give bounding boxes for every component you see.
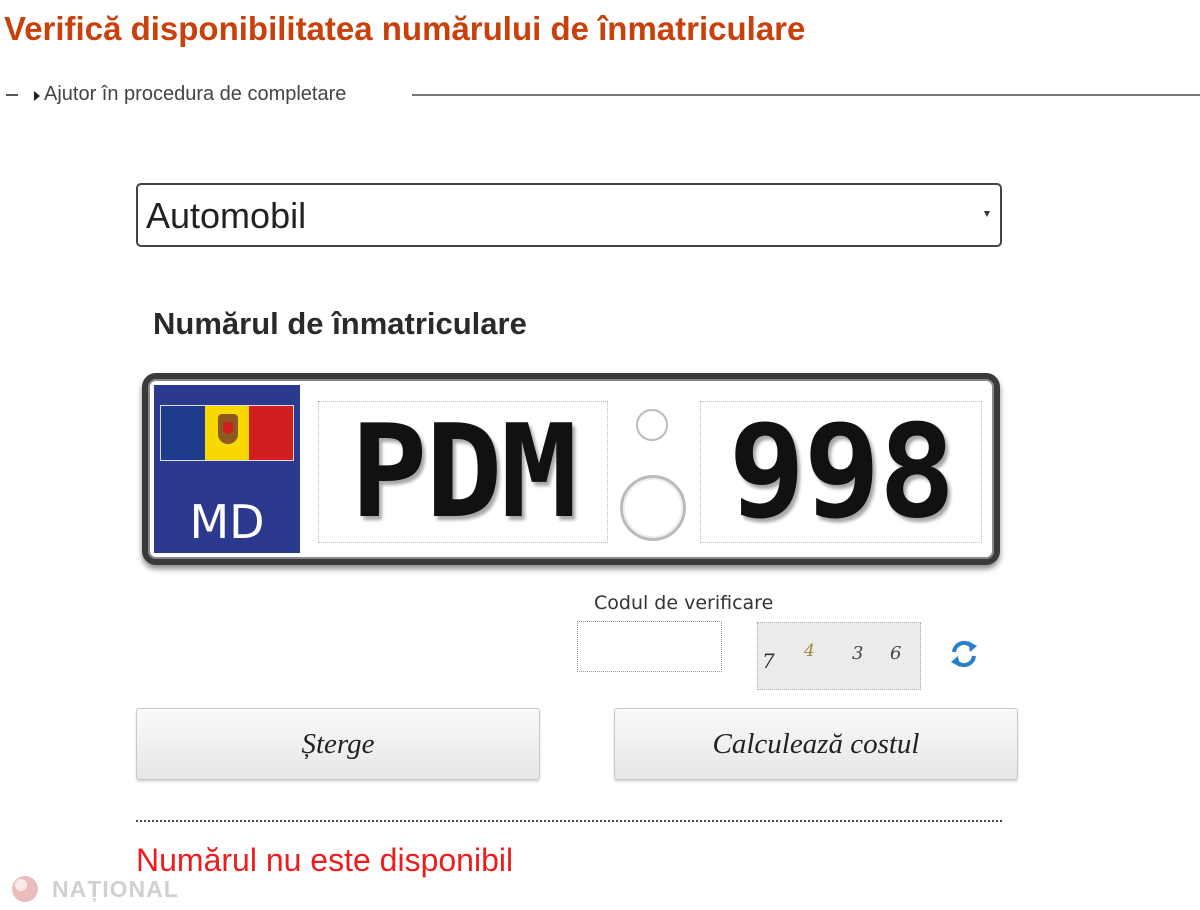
divider [136, 820, 1002, 822]
plate-heading: Numărul de înmatriculare [153, 306, 527, 341]
collapse-dash-icon[interactable] [6, 94, 18, 96]
captcha-digit: 3 [852, 643, 864, 664]
national-logo-icon [12, 876, 38, 902]
plate-letters-input[interactable]: PDM [318, 398, 608, 547]
clear-button[interactable]: Șterge [136, 708, 540, 780]
captcha-image: 7 4 3 6 [757, 622, 921, 690]
license-plate: MD PDM 998 [142, 373, 1000, 565]
captcha-digit: 4 [804, 641, 815, 661]
captcha-digit: 7 [762, 649, 775, 673]
help-toggle[interactable]: Ajutor în procedura de completare [4, 82, 1200, 110]
plate-country-code: MD [189, 495, 265, 549]
vehicle-type-select[interactable]: Automobil [136, 183, 1002, 247]
divider-line [412, 94, 1200, 96]
moldova-flag-icon [160, 405, 294, 461]
plate-bolt-icon [620, 475, 686, 541]
plate-bolt-icon [636, 409, 668, 441]
watermark-text: NAȚIONAL [52, 875, 179, 902]
plate-digits-input[interactable]: 998 [700, 398, 982, 547]
refresh-icon[interactable] [946, 636, 982, 672]
watermark: NAȚIONAL [10, 872, 179, 906]
calculate-cost-button[interactable]: Calculează costul [614, 708, 1018, 780]
vehicle-type-value[interactable]: Automobil [146, 195, 306, 236]
chevron-down-icon[interactable] [984, 211, 990, 217]
result-message: Numărul nu este disponibil [136, 842, 514, 878]
plate-euroband: MD [154, 385, 300, 553]
triangle-right-icon[interactable] [34, 91, 40, 101]
captcha-label: Codul de verificare [594, 592, 774, 614]
help-link[interactable]: Ajutor în procedura de completare [44, 83, 346, 106]
coat-of-arms-icon [218, 414, 238, 444]
page-title: Verifică disponibilitatea numărului de î… [4, 10, 806, 47]
captcha-input[interactable] [577, 621, 722, 672]
captcha-digit: 6 [890, 643, 902, 664]
